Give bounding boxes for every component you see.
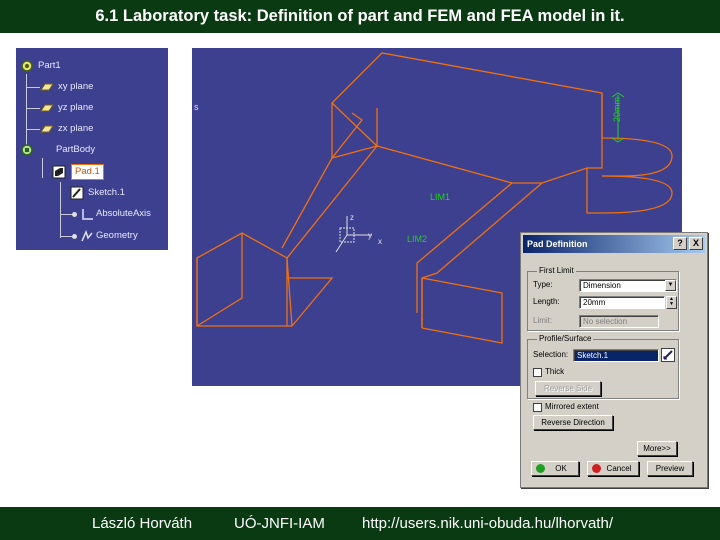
tree-connector — [26, 129, 40, 130]
footer-url[interactable]: http://users.nik.uni-obuda.hu/lhorvath/ — [362, 507, 613, 540]
sketch-icon — [70, 186, 84, 200]
axis-icon — [82, 209, 93, 220]
tree-connector — [60, 182, 61, 238]
slide-title: 6.1 Laboratory task: Definition of part … — [0, 0, 720, 33]
thick-label: Thick — [545, 367, 565, 376]
specification-tree: Part1 xy plane yz plane zx plane PartBod… — [16, 48, 168, 250]
limit-input[interactable]: No selection — [579, 315, 659, 328]
close-button[interactable]: X — [689, 237, 703, 250]
tree-item-label: Part1 — [38, 60, 61, 71]
tree-expander[interactable] — [72, 234, 77, 239]
tree-item-label: AbsoluteAxis — [96, 208, 151, 219]
dimension-value-label: 20mm — [612, 97, 622, 122]
ok-icon — [536, 464, 545, 473]
cancel-icon — [592, 464, 601, 473]
length-label: Length: — [533, 297, 560, 306]
reverse-side-button[interactable]: Reverse Side — [535, 381, 601, 396]
length-input[interactable]: 20mm — [579, 296, 665, 309]
length-spinner[interactable]: ▲ ▼ — [666, 296, 677, 309]
limit-1-label: LIM1 — [430, 192, 450, 202]
tree-item-label: PartBody — [56, 144, 96, 155]
ok-button[interactable]: OK — [531, 461, 579, 476]
tree-connector — [26, 87, 40, 88]
axis-y-label: y — [368, 231, 372, 240]
first-limit-group-label: First Limit — [537, 266, 576, 276]
tree-item-label: xy plane — [58, 81, 94, 92]
footer-author: László Horváth — [92, 515, 193, 532]
tree-item-label: yz plane — [58, 102, 94, 113]
tree-item-label: zx plane — [58, 123, 94, 134]
reverse-direction-button[interactable]: Reverse Direction — [533, 415, 613, 430]
geometry-icon — [81, 229, 93, 242]
tree-item-label: Pad.1 — [71, 164, 104, 180]
selection-label: Selection: — [533, 350, 569, 359]
profile-surface-group-label: Profile/Surface — [537, 334, 594, 344]
tree-connector — [42, 158, 43, 178]
axis-z-label: z — [350, 213, 354, 222]
tree-item-label: Geometry — [96, 230, 138, 241]
more-button[interactable]: More>> — [637, 441, 677, 456]
mirrored-extent-checkbox[interactable] — [533, 403, 542, 412]
tree-connector — [26, 108, 40, 109]
tree-item-label: Sketch.1 — [88, 187, 125, 198]
thick-checkbox[interactable] — [533, 368, 542, 377]
type-select[interactable]: Dimension ▼ — [579, 279, 677, 292]
axis-x-label: x — [378, 237, 382, 246]
selection-input[interactable]: Sketch.1 — [573, 349, 659, 362]
slide-footer: László Horváth UÓ-JNFI-IAM http://users.… — [0, 507, 720, 540]
body-icon — [21, 144, 33, 156]
pad-icon — [52, 165, 66, 179]
tree-connector — [26, 74, 27, 154]
axis-triad — [335, 216, 372, 253]
help-button[interactable]: ? — [673, 237, 687, 250]
chevron-down-icon[interactable]: ▼ — [665, 280, 676, 291]
edge-label: s — [194, 102, 199, 112]
part-icon — [21, 60, 33, 72]
preview-button[interactable]: Preview — [647, 461, 693, 476]
plane-icon — [40, 83, 54, 91]
limit-2-label: LIM2 — [407, 234, 427, 244]
cancel-button[interactable]: Cancel — [587, 461, 639, 476]
ok-button-label: OK — [555, 464, 567, 473]
type-select-value: Dimension — [583, 281, 621, 290]
footer-institute: UÓ-JNFI-IAM — [234, 515, 325, 532]
pad-definition-dialog: Pad Definition ? X First Limit Type: Dim… — [520, 232, 708, 488]
mirrored-extent-label: Mirrored extent — [545, 402, 599, 411]
sketcher-icon[interactable] — [661, 348, 675, 362]
limit-label: Limit: — [533, 316, 553, 325]
plane-icon — [40, 104, 54, 112]
tree-expander[interactable] — [72, 212, 77, 217]
plane-icon — [40, 125, 54, 133]
type-label: Type: — [533, 280, 553, 289]
